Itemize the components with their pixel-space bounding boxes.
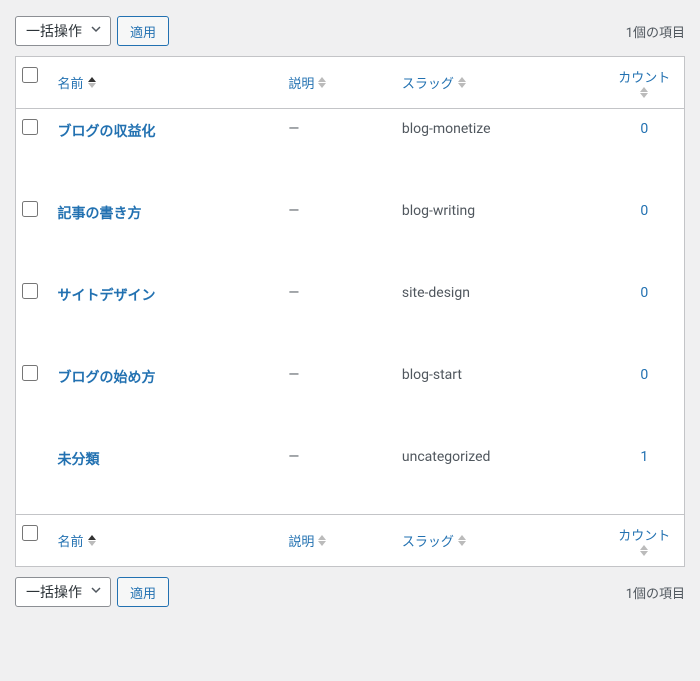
sort-icon	[640, 87, 648, 98]
table-row: 記事の書き方 — blog-writing 0	[16, 191, 685, 273]
category-desc: —	[288, 285, 299, 301]
bulk-action-select[interactable]: 一括操作	[15, 16, 111, 46]
chevron-down-icon	[90, 584, 102, 600]
category-desc: —	[288, 367, 299, 383]
category-count-link[interactable]: 0	[640, 285, 648, 301]
category-desc: —	[288, 121, 299, 137]
item-count-top: 1個の項目	[626, 22, 685, 41]
column-footer-slug[interactable]: スラッグ	[392, 515, 605, 567]
category-count-link[interactable]: 1	[640, 449, 648, 465]
column-count-label: カウント	[618, 67, 670, 86]
sort-icon	[458, 535, 466, 546]
bulk-action-label: 一括操作	[26, 21, 82, 41]
bulk-action-label: 一括操作	[26, 582, 82, 602]
category-slug: blog-monetize	[402, 121, 491, 137]
table-row: サイトデザイン — site-design 0	[16, 273, 685, 355]
tablenav-bottom: 一括操作 適用 1個の項目	[15, 571, 685, 613]
table-row: ブログの収益化 — blog-monetize 0	[16, 109, 685, 192]
sort-icon	[640, 545, 648, 556]
sort-icon	[88, 535, 96, 546]
sort-icon	[318, 535, 326, 546]
category-desc: —	[288, 449, 299, 465]
category-slug: site-design	[402, 285, 470, 301]
sort-icon	[458, 77, 466, 88]
apply-button-bottom[interactable]: 適用	[117, 577, 169, 607]
table-body: ブログの収益化 — blog-monetize 0 記事の書き方 — blog-…	[16, 109, 685, 515]
category-name-link[interactable]: ブログの収益化	[58, 124, 156, 140]
table-row: 未分類 — uncategorized 1	[16, 437, 685, 515]
column-footer-desc[interactable]: 説明	[278, 515, 392, 567]
categories-table: 名前 説明 スラッグ	[15, 56, 685, 567]
column-slug-label: スラッグ	[402, 73, 454, 92]
apply-button-label: 適用	[130, 583, 156, 602]
select-all-checkbox-top[interactable]	[22, 67, 38, 83]
row-checkbox[interactable]	[22, 201, 38, 217]
bulk-actions: 一括操作 適用	[15, 16, 169, 46]
category-name-link[interactable]: 未分類	[58, 452, 100, 468]
sort-icon	[88, 77, 96, 88]
column-header-slug[interactable]: スラッグ	[392, 57, 605, 109]
row-checkbox[interactable]	[22, 119, 38, 135]
category-desc: —	[288, 203, 299, 219]
column-footer-count[interactable]: カウント	[605, 515, 685, 567]
bulk-actions-bottom: 一括操作 適用	[15, 577, 169, 607]
bulk-action-select-bottom[interactable]: 一括操作	[15, 577, 111, 607]
select-all-header	[16, 57, 48, 109]
table-row: ブログの始め方 — blog-start 0	[16, 355, 685, 437]
select-all-checkbox-bottom[interactable]	[22, 525, 38, 541]
row-checkbox[interactable]	[22, 283, 38, 299]
category-name-link[interactable]: サイトデザイン	[58, 288, 156, 304]
column-count-label: カウント	[618, 525, 670, 544]
category-slug: blog-writing	[402, 203, 475, 219]
row-checkbox[interactable]	[22, 365, 38, 381]
item-count-bottom: 1個の項目	[626, 583, 685, 602]
column-name-label: 名前	[58, 531, 84, 550]
category-name-link[interactable]: 記事の書き方	[58, 206, 142, 222]
chevron-down-icon	[90, 23, 102, 39]
apply-button-label: 適用	[130, 22, 156, 41]
column-footer-name[interactable]: 名前	[48, 515, 279, 567]
column-header-count[interactable]: カウント	[605, 57, 685, 109]
category-slug: blog-start	[402, 367, 462, 383]
column-desc-label: 説明	[288, 73, 314, 92]
category-count-link[interactable]: 0	[640, 203, 648, 219]
column-desc-label: 説明	[288, 531, 314, 550]
column-header-desc[interactable]: 説明	[278, 57, 392, 109]
column-slug-label: スラッグ	[402, 531, 454, 550]
sort-icon	[318, 77, 326, 88]
category-count-link[interactable]: 0	[640, 367, 648, 383]
apply-button[interactable]: 適用	[117, 16, 169, 46]
column-name-label: 名前	[58, 73, 84, 92]
category-slug: uncategorized	[402, 449, 491, 465]
category-name-link[interactable]: ブログの始め方	[58, 370, 156, 386]
tablenav-top: 一括操作 適用 1個の項目	[15, 10, 685, 52]
select-all-footer	[16, 515, 48, 567]
category-count-link[interactable]: 0	[640, 121, 648, 137]
column-header-name[interactable]: 名前	[48, 57, 279, 109]
